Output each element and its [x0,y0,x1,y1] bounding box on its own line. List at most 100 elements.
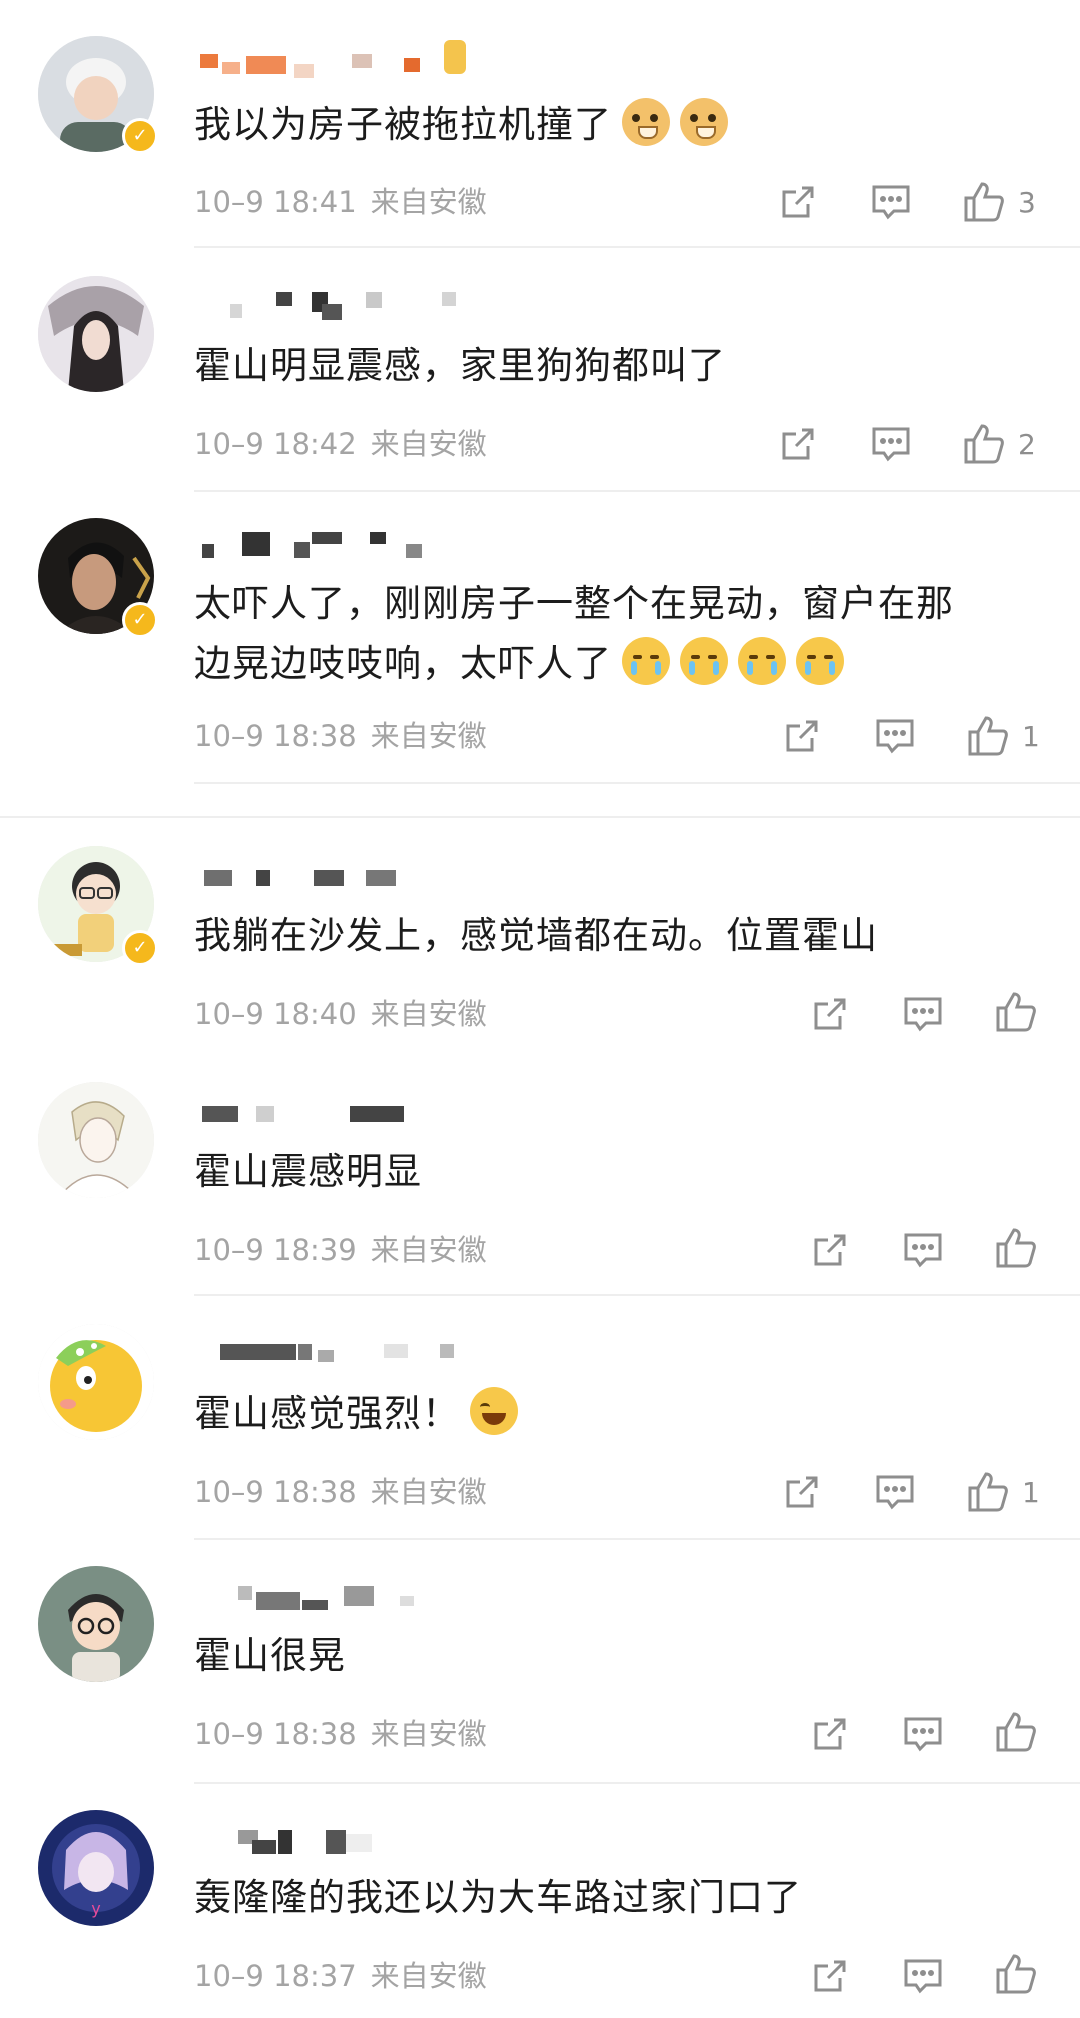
share-icon [814,1234,846,1266]
share-button[interactable] [810,1712,850,1756]
crying-emoji-icon [796,637,844,685]
comment-item: y 轰隆隆的我还以为大车路过家门口了 10–9 18:37 来自安徽 [0,1784,1080,2018]
comment-button[interactable] [902,1228,944,1272]
like-button[interactable] [994,1710,1050,1754]
comment-text-content: 霍山震感明显 [194,1150,422,1193]
comment-text: 霍山震感明显 [194,1142,1054,1202]
comment-location: 来自安徽 [370,1717,487,1751]
username-blurred[interactable] [194,40,474,82]
like-button[interactable] [994,1226,1050,1270]
comment-text: 我躺在沙发上，感觉墙都在动。位置霍山 [194,906,1054,966]
comment-button[interactable] [874,1470,916,1514]
crying-emoji-icon [738,637,786,685]
comment-button[interactable] [870,422,912,466]
comment-location: 来自安徽 [370,185,487,219]
comment-button[interactable] [902,1712,944,1756]
comment-text: 霍山明显震感，家里狗狗都叫了 [194,336,1054,396]
doge-emoji-icon [622,98,670,146]
comment-location: 来自安徽 [370,719,487,753]
comment-text: 我以为房子被拖拉机撞了 [194,95,1054,155]
like-button[interactable]: 1 [966,714,1040,758]
like-button[interactable]: 2 [962,422,1036,466]
username-blurred[interactable] [194,1830,474,1860]
comment-icon [904,1233,942,1268]
comment-time: 10–9 18:40 [194,997,357,1031]
comment-meta: 10–9 18:38 来自安徽 [194,1714,487,1754]
share-button[interactable] [782,714,822,758]
svg-text:y: y [91,1899,100,1918]
share-button[interactable] [778,422,818,466]
like-count: 1 [1022,1475,1040,1509]
comment-text: 霍山很晃 [194,1626,1054,1686]
verified-badge-icon: ✓ [122,118,158,154]
share-button[interactable] [810,1228,850,1272]
comment-button[interactable] [902,992,944,1036]
divider [194,1294,1080,1296]
comment-button[interactable] [874,714,916,758]
comment-button[interactable] [870,180,912,224]
share-button[interactable] [778,180,818,224]
share-icon [814,1718,846,1750]
comment-time: 10–9 18:38 [194,1717,357,1751]
like-count: 3 [1018,185,1036,219]
divider [194,246,1080,248]
divider [194,1538,1080,1540]
section-divider [0,816,1080,818]
comment-item: 霍山感觉强烈！ 10–9 18:38 来自安徽 1 [0,1298,1080,1542]
username-blurred[interactable] [194,532,474,562]
comment-icon [876,1475,914,1510]
comment-text-content: 我躺在沙发上，感觉墙都在动。位置霍山 [194,914,878,957]
comment-location: 来自安徽 [370,1233,487,1267]
like-button[interactable]: 1 [966,1470,1040,1514]
comment-location: 来自安徽 [370,997,487,1031]
comment-item: ✓ 我躺在沙发上，感觉墙都在动。位置霍山 10–9 18:40 来自安徽 [0,840,1080,1070]
laughing-crying-emoji-icon [470,1387,518,1435]
avatar[interactable]: y [38,1810,154,1926]
thumbs-up-icon [996,1954,1036,1994]
like-count: 1 [1022,719,1040,753]
comment-text: 霍山感觉强烈！ [194,1384,1054,1444]
username-blurred[interactable] [194,866,474,896]
share-button[interactable] [810,1954,850,1998]
comment-text: 太吓人了，刚刚房子一整个在晃动，窗户在那 边晃边吱吱响，太吓人了 [194,574,1054,694]
thumbs-up-icon [996,1228,1036,1268]
avatar[interactable] [38,276,154,392]
username-blurred[interactable] [194,1586,474,1616]
username-blurred[interactable] [194,292,474,322]
comment-text-content: 霍山明显震感，家里狗狗都叫了 [194,344,726,387]
comment-meta: 10–9 18:37 来自安徽 [194,1956,487,1996]
comment-time: 10–9 18:38 [194,719,357,753]
like-button[interactable]: 3 [962,180,1036,224]
comment-text-content: 霍山感觉强烈！ [194,1392,460,1435]
comment-item: ✓ 我以为房子被拖拉机撞了 10–9 18:41 来自安徽 3 [0,0,1080,250]
comment-meta: 10–9 18:38 来自安徽 [194,1472,487,1512]
like-count: 2 [1018,427,1036,461]
avatar[interactable] [38,1566,154,1682]
comment-text-content: 我以为房子被拖拉机撞了 [194,103,612,146]
comment-time: 10–9 18:38 [194,1475,357,1509]
comment-text: 轰隆隆的我还以为大车路过家门口了 [194,1868,1054,1928]
crying-emoji-icon [680,637,728,685]
crying-emoji-icon [622,637,670,685]
like-button[interactable] [994,990,1050,1034]
username-blurred[interactable] [194,1344,474,1374]
comment-icon [904,1959,942,1994]
comment-icon [904,997,942,1032]
comment-text-content: 轰隆隆的我还以为大车路过家门口了 [194,1876,802,1919]
comment-time: 10–9 18:42 [194,427,357,461]
comment-item: 霍山震感明显 10–9 18:39 来自安徽 [0,1074,1080,1298]
share-icon [814,998,846,1030]
comment-time: 10–9 18:39 [194,1233,357,1267]
username-blurred[interactable] [194,1102,474,1132]
share-button[interactable] [782,1470,822,1514]
avatar[interactable] [38,1082,154,1198]
share-button[interactable] [810,992,850,1036]
comment-item: 霍山明显震感，家里狗狗都叫了 10–9 18:42 来自安徽 2 [0,250,1080,492]
comment-button[interactable] [902,1954,944,1998]
avatar[interactable] [38,1324,154,1440]
like-button[interactable] [994,1952,1050,1996]
comment-text-content: 霍山很晃 [194,1634,346,1677]
thumbs-up-icon [964,424,1004,464]
verified-badge-icon: ✓ [122,602,158,638]
comment-text-line: 边晃边吱吱响，太吓人了 [194,642,612,685]
